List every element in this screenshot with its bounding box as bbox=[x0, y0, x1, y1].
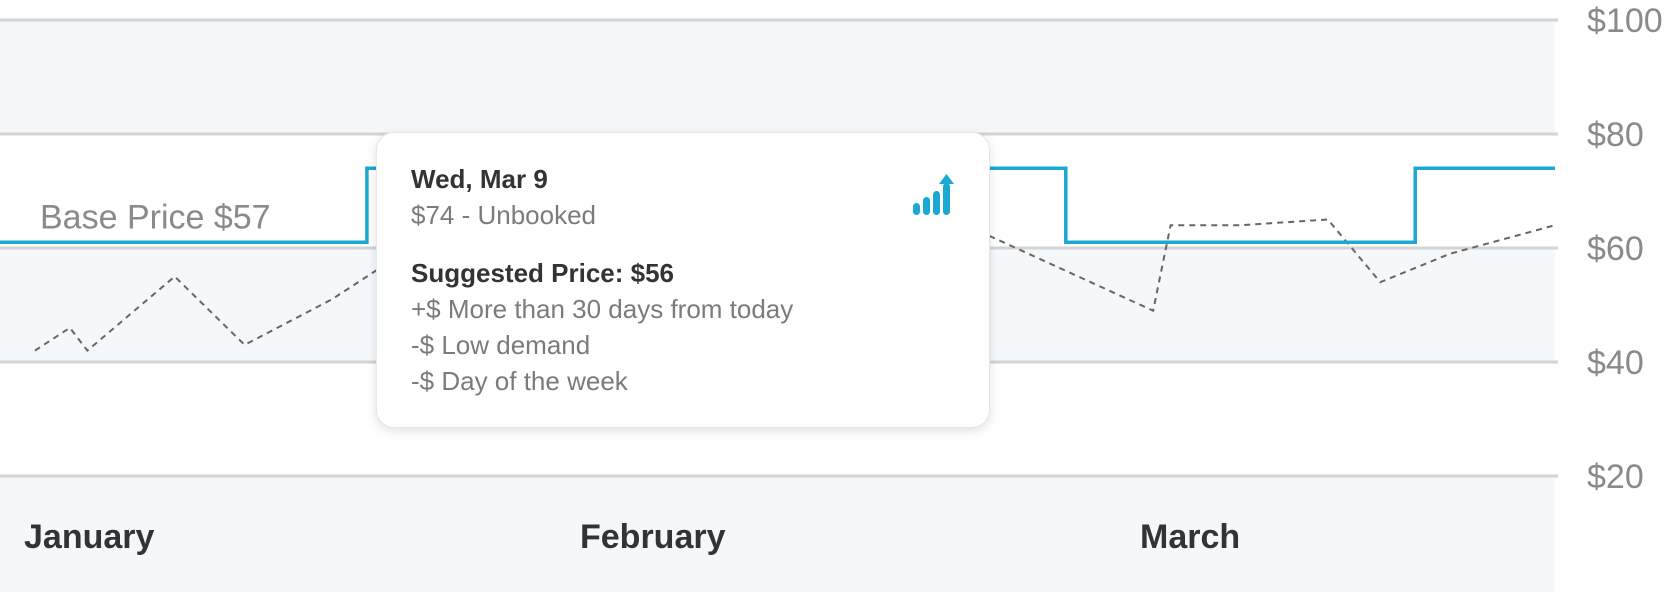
y-tick-label: $100 bbox=[1587, 2, 1663, 40]
y-tick-label: $20 bbox=[1587, 458, 1644, 496]
bar-chart-up-icon bbox=[913, 174, 954, 215]
tooltip-suggested-price: Suggested Price: $56 bbox=[411, 258, 674, 288]
tooltip-factor: +$ More than 30 days from today bbox=[411, 294, 794, 324]
base-price-label: Base Price $57 bbox=[40, 198, 271, 236]
tooltip-price-status: $74 - Unbooked bbox=[411, 200, 597, 230]
y-tick-label: $80 bbox=[1587, 116, 1644, 154]
month-label: February bbox=[580, 518, 726, 556]
month-label: January bbox=[24, 518, 154, 556]
tooltip-date: Wed, Mar 9 bbox=[411, 164, 548, 194]
tooltip-factor: -$ Day of the week bbox=[411, 366, 628, 396]
chart-band bbox=[0, 20, 1555, 134]
pricing-chart-view: $100 $80 $60 $40 $20 Base Price $57 January Feb… bbox=[0, 0, 1672, 592]
month-label: March bbox=[1140, 518, 1240, 556]
tooltip-factor: -$ Low demand bbox=[411, 330, 591, 360]
y-tick-label: $40 bbox=[1587, 344, 1644, 382]
price-tooltip: Wed, Mar 9 $74 - Unbooked Suggested Pric… bbox=[376, 132, 990, 428]
y-tick-label: $60 bbox=[1587, 230, 1644, 268]
month-band bbox=[0, 476, 1555, 592]
